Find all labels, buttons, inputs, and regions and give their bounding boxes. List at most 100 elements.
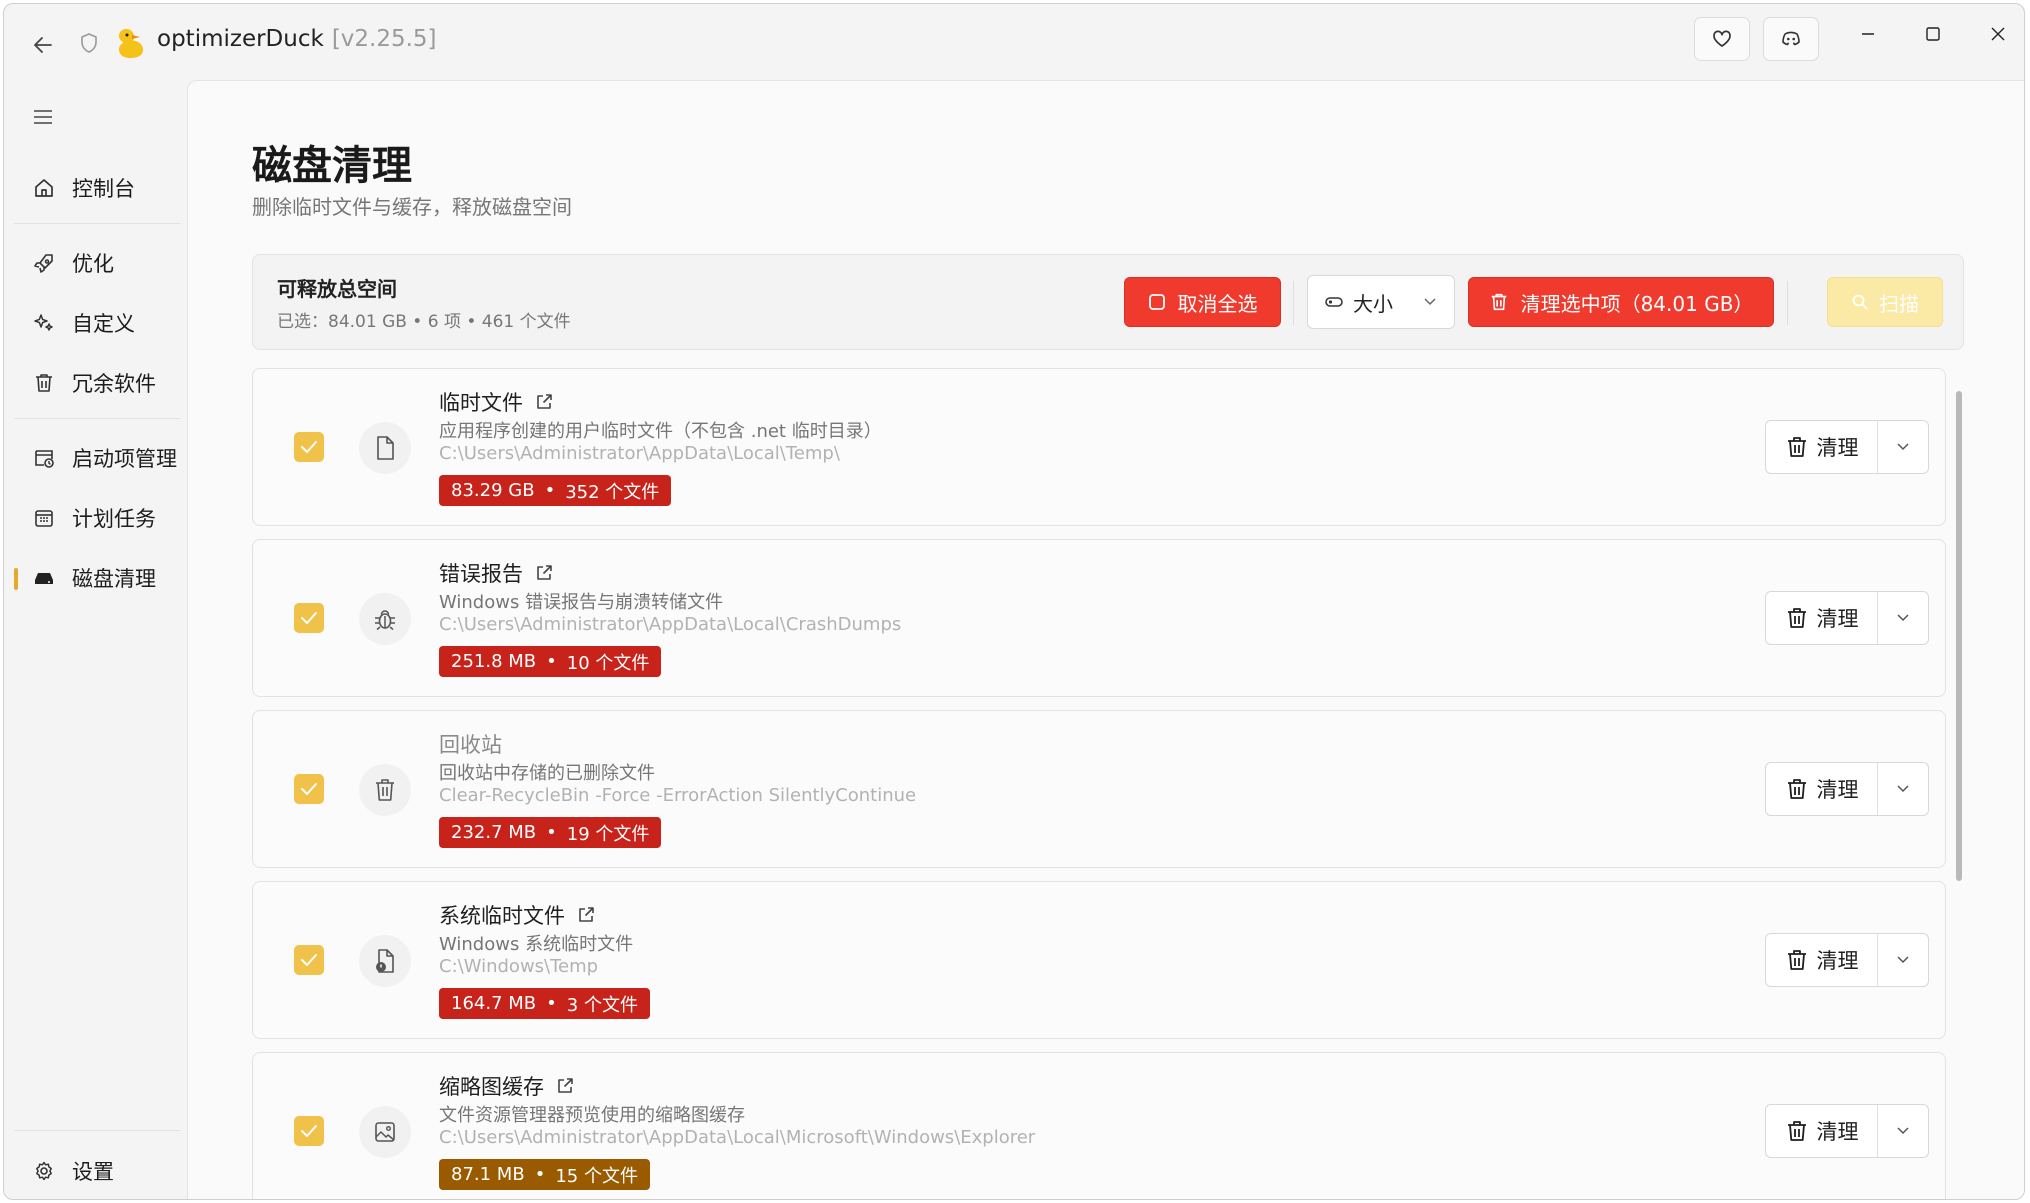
- maximize-icon: [1926, 27, 1940, 41]
- rocket-icon: [30, 249, 58, 277]
- sort-select-value: 大小: [1353, 291, 1393, 316]
- cleanup-item-card[interactable]: 缩略图缓存 文件资源管理器预览使用的缩略图缓存 C:\Users\Adminis…: [252, 1052, 1946, 1199]
- item-path: C:\Users\Administrator\AppData\Local\Cra…: [439, 614, 902, 635]
- open-external-icon[interactable]: [556, 1077, 574, 1095]
- item-path: C:\Windows\Temp: [439, 956, 599, 977]
- sidebar-item-disk-cleanup[interactable]: 磁盘清理: [14, 553, 180, 603]
- sidebar-item-optimize[interactable]: 优化: [14, 238, 180, 288]
- close-button[interactable]: [1972, 14, 2024, 54]
- item-clean-button[interactable]: 清理: [1766, 1105, 1878, 1157]
- scan-button[interactable]: 扫描: [1827, 277, 1943, 327]
- item-checkbox[interactable]: [294, 1116, 324, 1146]
- open-external-icon[interactable]: [577, 906, 595, 924]
- file-icon: [359, 422, 411, 474]
- item-title: 回收站: [439, 733, 502, 757]
- deselect-all-button[interactable]: 取消全选: [1124, 277, 1281, 327]
- cleanup-list: 临时文件 应用程序创建的用户临时文件（不包含 .net 临时目录） C:\Use…: [252, 368, 1946, 1199]
- sidebar-item-dashboard[interactable]: 控制台: [14, 163, 180, 213]
- item-clean-button[interactable]: 清理: [1766, 592, 1878, 644]
- chevron-down-icon: [1423, 298, 1437, 306]
- item-clean-options-button[interactable]: [1878, 763, 1928, 815]
- item-clean-split-button: 清理: [1765, 762, 1929, 816]
- item-size: 164.7 MB: [451, 993, 537, 1014]
- clean-selected-button[interactable]: 清理选中项（84.01 GB）: [1468, 277, 1774, 327]
- image-icon: [359, 1106, 411, 1158]
- cleanup-item-card[interactable]: 系统临时文件 Windows 系统临时文件 C:\Windows\Temp 16…: [252, 881, 1946, 1039]
- sidebar-item-scheduled-tasks[interactable]: 计划任务: [14, 493, 180, 543]
- cleanup-item-card[interactable]: 临时文件 应用程序创建的用户临时文件（不包含 .net 临时目录） C:\Use…: [252, 368, 1946, 526]
- item-title-row: 错误报告: [439, 558, 553, 588]
- item-checkbox[interactable]: [294, 432, 324, 462]
- sidebar-divider: [14, 1130, 180, 1131]
- item-description: 文件资源管理器预览使用的缩略图缓存: [439, 1105, 745, 1126]
- item-size: 83.29 GB: [451, 480, 535, 501]
- item-file-count: 10 个文件: [566, 652, 650, 674]
- item-size: 232.7 MB: [451, 822, 537, 843]
- sort-icon: [1325, 297, 1343, 307]
- scrollbar-thumb[interactable]: [1956, 391, 1962, 881]
- item-title-row: 回收站: [439, 729, 502, 759]
- sidebar: 控制台 优化 自定义 冗余软件 启动项管理 计划任务 磁盘清理 设置: [4, 80, 186, 1199]
- chevron-down-icon: [1896, 956, 1910, 964]
- item-clean-button[interactable]: 清理: [1766, 421, 1878, 473]
- item-clean-button[interactable]: 清理: [1766, 763, 1878, 815]
- community-button[interactable]: [1763, 17, 1819, 61]
- item-clean-label: 清理: [1816, 436, 1859, 460]
- cleanup-item-card[interactable]: 回收站 回收站中存储的已删除文件 Clear-RecycleBin -Force…: [252, 710, 1946, 868]
- chevron-down-icon: [1896, 785, 1910, 793]
- item-description: 回收站中存储的已删除文件: [439, 763, 655, 784]
- close-icon: [1991, 27, 2005, 41]
- item-checkbox[interactable]: [294, 774, 324, 804]
- open-external-icon[interactable]: [535, 564, 553, 582]
- item-clean-options-button[interactable]: [1878, 421, 1928, 473]
- sidebar-item-settings[interactable]: 设置: [14, 1146, 180, 1196]
- menu-icon[interactable]: [28, 102, 58, 132]
- heart-icon: [1713, 30, 1731, 47]
- sort-select[interactable]: 大小: [1307, 275, 1455, 329]
- item-clean-options-button[interactable]: [1878, 934, 1928, 986]
- sidebar-item-label: 控制台: [72, 177, 135, 201]
- item-clean-label: 清理: [1816, 949, 1859, 973]
- item-checkbox[interactable]: [294, 945, 324, 975]
- item-size-badge: 164.7 MB • 3 个文件: [439, 988, 650, 1019]
- item-clean-split-button: 清理: [1765, 933, 1929, 987]
- gear-icon: [30, 1157, 58, 1185]
- favorite-button[interactable]: [1694, 17, 1750, 61]
- item-size: 87.1 MB: [451, 1164, 525, 1185]
- app-title: optimizerDuck [v2.25.5]: [157, 26, 437, 52]
- minimize-button[interactable]: [1842, 14, 1894, 54]
- drive-icon: [30, 564, 58, 592]
- item-clean-options-button[interactable]: [1878, 1105, 1928, 1157]
- badge-separator: •: [544, 480, 556, 501]
- item-clean-button[interactable]: 清理: [1766, 934, 1878, 986]
- chevron-down-icon: [1896, 443, 1910, 451]
- arrow-left-icon[interactable]: [26, 28, 60, 62]
- item-size-badge: 87.1 MB • 15 个文件: [439, 1159, 650, 1190]
- item-path: Clear-RecycleBin -Force -ErrorAction Sil…: [439, 785, 917, 806]
- bug-icon: [359, 593, 411, 645]
- main-content: 磁盘清理 删除临时文件与缓存，释放磁盘空间 可释放总空间 已选：84.01 GB…: [187, 80, 2024, 1199]
- sidebar-item-bloatware[interactable]: 冗余软件: [14, 358, 180, 408]
- page-subtitle: 删除临时文件与缓存，释放磁盘空间: [252, 195, 572, 219]
- sidebar-item-startup[interactable]: 启动项管理: [14, 433, 180, 483]
- item-title: 错误报告: [439, 562, 523, 586]
- item-title: 临时文件: [439, 391, 523, 415]
- trash-icon: [1489, 292, 1509, 312]
- badge-separator: •: [546, 651, 557, 672]
- trash-icon: [1785, 948, 1809, 972]
- minimize-icon: [1862, 33, 1874, 35]
- cleanup-item-card[interactable]: 错误报告 Windows 错误报告与崩溃转储文件 C:\Users\Admini…: [252, 539, 1946, 697]
- calendar-icon: [30, 504, 58, 532]
- item-file-count: 3 个文件: [566, 994, 638, 1016]
- item-clean-options-button[interactable]: [1878, 592, 1928, 644]
- trash-icon: [1785, 435, 1809, 459]
- toolbar-divider: [1787, 281, 1788, 325]
- item-size-badge: 232.7 MB • 19 个文件: [439, 817, 662, 848]
- sidebar-item-label: 磁盘清理: [72, 567, 156, 591]
- maximize-button[interactable]: [1907, 14, 1959, 54]
- checkbox-empty-icon: [1148, 293, 1166, 311]
- open-external-icon[interactable]: [535, 393, 553, 411]
- toolbar-divider: [1293, 281, 1294, 325]
- sidebar-item-customize[interactable]: 自定义: [14, 298, 180, 348]
- item-checkbox[interactable]: [294, 603, 324, 633]
